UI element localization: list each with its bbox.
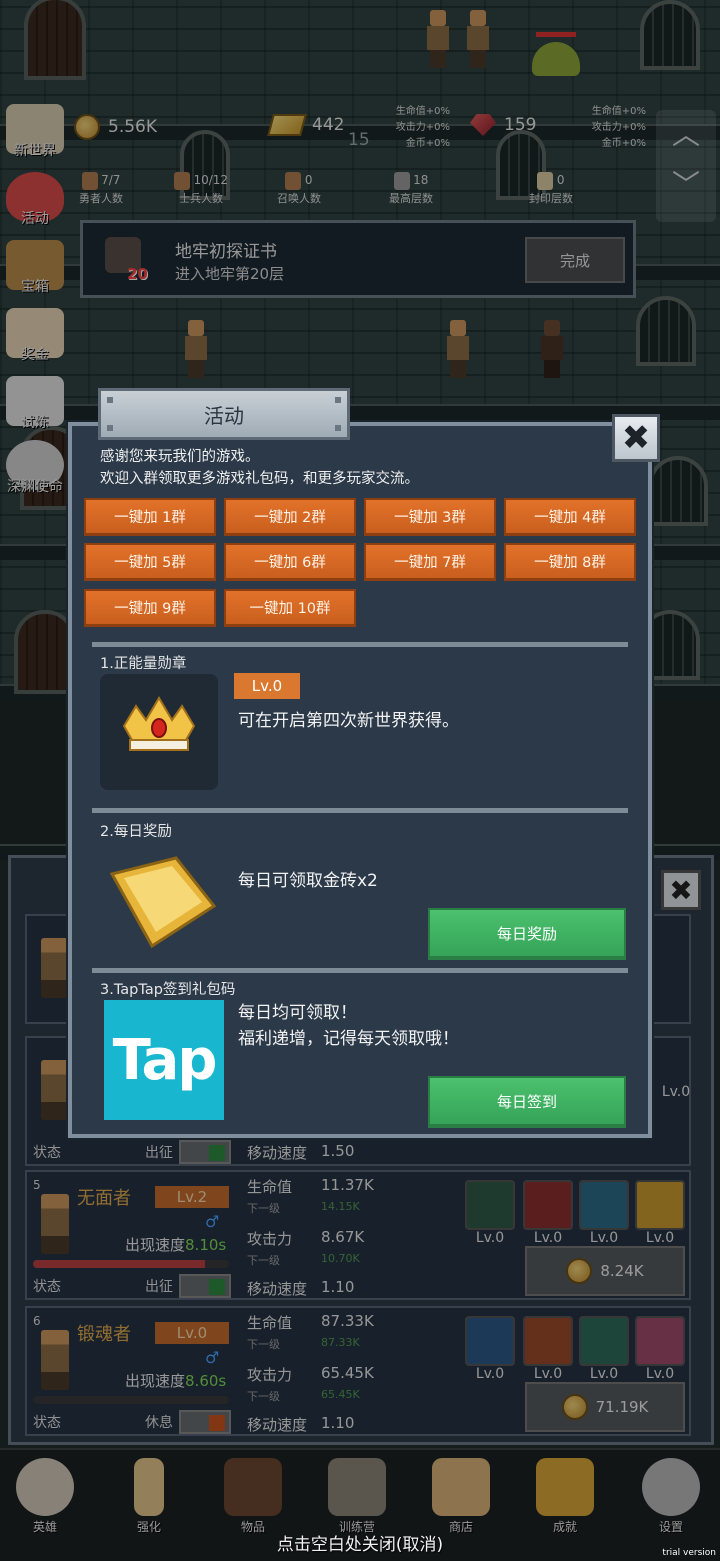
medal-level-badge: Lv.0 bbox=[234, 673, 300, 699]
intro-line: 欢迎入群领取更多游戏礼包码，和更多玩家交流。 bbox=[100, 471, 419, 487]
join-group-4-button[interactable]: 一键加 4群 bbox=[504, 498, 636, 536]
intro-line: 感谢您来玩我们的游戏。 bbox=[100, 449, 260, 465]
daily-reward-button[interactable]: 每日奖励 bbox=[428, 908, 626, 960]
section-divider bbox=[92, 642, 628, 647]
section-title: 2.每日奖励 bbox=[100, 824, 172, 840]
daily-checkin-button[interactable]: 每日签到 bbox=[428, 1076, 626, 1128]
join-group-8-button[interactable]: 一键加 8群 bbox=[504, 543, 636, 581]
section-title: 3.TapTap签到礼包码 bbox=[100, 982, 236, 998]
taptap-desc-line: 福利递增，记得每天领取哦！ bbox=[238, 1029, 459, 1049]
medal-frame bbox=[100, 674, 218, 790]
join-group-5-button[interactable]: 一键加 5群 bbox=[84, 543, 216, 581]
daily-reward-desc: 每日可领取金砖x2 bbox=[238, 871, 378, 891]
join-group-2-button[interactable]: 一键加 2群 bbox=[224, 498, 356, 536]
taptap-logo: Tap bbox=[104, 1000, 224, 1120]
modal-intro: 感谢您来玩我们的游戏。 欢迎入群领取更多游戏礼包码，和更多玩家交流。 bbox=[100, 446, 419, 490]
join-group-10-button[interactable]: 一键加 10群 bbox=[224, 589, 356, 627]
gold-bar-icon bbox=[109, 856, 217, 948]
join-group-7-button[interactable]: 一键加 7群 bbox=[364, 543, 496, 581]
taptap-desc-line: 每日均可领取！ bbox=[238, 1003, 357, 1023]
close-icon[interactable]: ✖ bbox=[612, 414, 660, 462]
taptap-desc: 每日均可领取！ 福利递增，记得每天领取哦！ bbox=[238, 1000, 459, 1052]
modal-title-text: 活动 bbox=[204, 403, 244, 428]
close-hint: 点击空白处关闭(取消) bbox=[276, 1535, 444, 1555]
section-divider bbox=[92, 808, 628, 813]
join-group-1-button[interactable]: 一键加 1群 bbox=[84, 498, 216, 536]
medal-desc: 可在开启第四次新世界获得。 bbox=[238, 711, 459, 731]
watermark: trial version bbox=[662, 1548, 716, 1558]
section-divider bbox=[92, 968, 628, 973]
join-group-3-button[interactable]: 一键加 3群 bbox=[364, 498, 496, 536]
join-group-6-button[interactable]: 一键加 6群 bbox=[224, 543, 356, 581]
modal-title: 活动 bbox=[98, 388, 350, 440]
join-group-9-button[interactable]: 一键加 9群 bbox=[84, 589, 216, 627]
crown-medal-icon bbox=[122, 696, 196, 751]
section-title: 1.正能量勋章 bbox=[100, 656, 187, 672]
